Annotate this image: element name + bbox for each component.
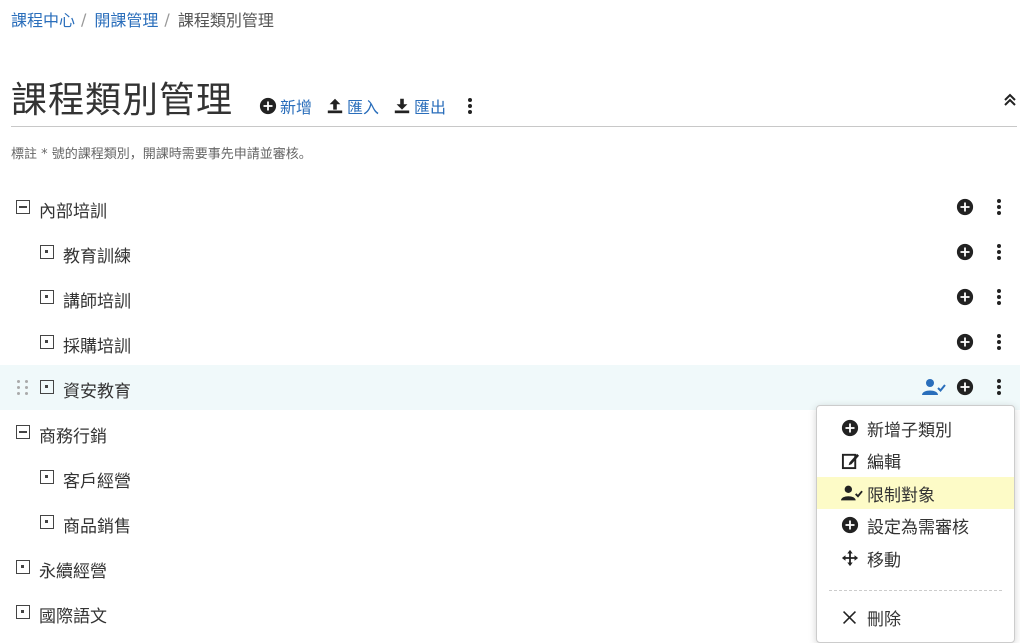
category-label: 採購培訓 <box>63 337 131 357</box>
user-check-icon <box>922 379 946 395</box>
row-more-button[interactable] <box>995 333 1003 351</box>
menu-item-restrict-audience[interactable]: 限制對象 <box>817 477 1014 509</box>
add-child-button[interactable] <box>956 198 974 216</box>
menu-item-label: 移動 <box>867 550 901 571</box>
leaf-toggle[interactable] <box>16 560 30 574</box>
plus-circle-icon <box>841 419 859 437</box>
category-label: 內部培訓 <box>39 202 107 222</box>
plus-circle-icon <box>956 243 974 261</box>
hint-text: 標註 * 號的課程類別，開課時需要事先申請並審核。 <box>11 147 312 162</box>
kebab-icon <box>997 199 1001 215</box>
menu-item-add-subcategory[interactable]: 新增子類別 <box>817 412 1014 444</box>
category-label: 永續經營 <box>39 562 107 582</box>
plus-circle-icon <box>956 378 974 396</box>
breadcrumb-course-management[interactable]: 開課管理 <box>94 7 158 31</box>
edit-icon <box>841 453 860 469</box>
context-menu: 新增子類別 編輯 限制對象 設定為需審核 移動 刪除 <box>816 405 1015 643</box>
leaf-toggle[interactable] <box>40 380 54 394</box>
toolbar: 新增 匯入 匯出 <box>259 94 474 118</box>
leaf-toggle[interactable] <box>16 605 30 619</box>
kebab-icon <box>997 244 1001 260</box>
kebab-icon <box>997 379 1001 395</box>
tree-row[interactable]: 講師培訓 <box>0 275 1020 320</box>
collapse-toggle[interactable] <box>16 425 30 439</box>
menu-item-label: 刪除 <box>867 609 901 630</box>
menu-divider <box>829 590 1002 591</box>
import-button[interactable]: 匯入 <box>326 94 379 118</box>
row-more-button[interactable] <box>995 378 1003 396</box>
category-label: 教育訓練 <box>63 247 131 267</box>
add-label: 新增 <box>280 98 313 117</box>
drag-handle[interactable] <box>17 380 29 395</box>
leaf-toggle[interactable] <box>40 470 54 484</box>
collapse-button[interactable] <box>1003 92 1017 108</box>
title-bar: 課程類別管理 新增 匯入 匯出 <box>11 70 1017 127</box>
tree-row[interactable]: 採購培訓 <box>0 320 1020 365</box>
export-label: 匯出 <box>414 98 447 117</box>
category-label: 國際語文 <box>39 607 107 627</box>
more-options-button[interactable] <box>466 97 474 115</box>
menu-item-move[interactable]: 移動 <box>817 542 1014 574</box>
add-child-button[interactable] <box>956 333 974 351</box>
tree-row[interactable]: 內部培訓 <box>0 185 1020 230</box>
move-icon <box>841 549 859 567</box>
chevron-double-up-icon <box>1004 93 1016 106</box>
download-icon <box>394 98 410 114</box>
menu-item-label: 限制對象 <box>867 485 935 506</box>
leaf-toggle[interactable] <box>40 290 54 304</box>
category-label: 商務行銷 <box>39 427 107 447</box>
kebab-icon <box>468 98 473 114</box>
tree-row-selected[interactable]: 資安教育 <box>0 365 1020 410</box>
plus-circle-icon <box>956 288 974 306</box>
menu-item-edit[interactable]: 編輯 <box>817 444 1014 476</box>
category-label: 客戶經營 <box>63 472 131 492</box>
breadcrumb-current: 課程類別管理 <box>177 11 274 30</box>
menu-item-label: 新增子類別 <box>867 420 952 441</box>
menu-item-delete[interactable]: 刪除 <box>817 601 1014 633</box>
plus-circle-icon <box>841 516 859 534</box>
export-button[interactable]: 匯出 <box>393 94 446 118</box>
collapse-toggle[interactable] <box>16 200 30 214</box>
page-title: 課程類別管理 <box>11 80 234 121</box>
row-more-button[interactable] <box>995 243 1003 261</box>
menu-item-label: 設定為需審核 <box>867 517 969 538</box>
plus-circle-icon <box>956 198 974 216</box>
menu-item-require-review[interactable]: 設定為需審核 <box>817 509 1014 541</box>
breadcrumb-separator: / <box>81 9 87 29</box>
category-label: 資安教育 <box>63 382 131 402</box>
add-child-button[interactable] <box>956 243 974 261</box>
user-check-icon <box>841 485 863 501</box>
restrict-audience-button[interactable] <box>922 378 946 396</box>
leaf-toggle[interactable] <box>40 515 54 529</box>
menu-item-label: 編輯 <box>867 452 901 473</box>
row-more-button[interactable] <box>995 288 1003 306</box>
kebab-icon <box>997 289 1001 305</box>
breadcrumb-separator: / <box>164 9 170 29</box>
import-label: 匯入 <box>347 98 380 117</box>
add-child-button[interactable] <box>956 288 974 306</box>
breadcrumb: 課程中心 / 開課管理 / 課程類別管理 <box>11 7 274 31</box>
leaf-toggle[interactable] <box>40 245 54 259</box>
plus-circle-icon <box>259 97 277 115</box>
kebab-icon <box>997 334 1001 350</box>
category-label: 講師培訓 <box>63 292 131 312</box>
upload-icon <box>327 98 343 114</box>
add-child-button[interactable] <box>956 378 974 396</box>
leaf-toggle[interactable] <box>40 335 54 349</box>
category-label: 商品銷售 <box>63 517 131 537</box>
add-button[interactable]: 新增 <box>259 94 312 118</box>
row-more-button[interactable] <box>995 198 1003 216</box>
close-icon <box>843 610 856 624</box>
breadcrumb-course-center[interactable]: 課程中心 <box>11 7 75 31</box>
plus-circle-icon <box>956 333 974 351</box>
tree-row[interactable]: 教育訓練 <box>0 230 1020 275</box>
